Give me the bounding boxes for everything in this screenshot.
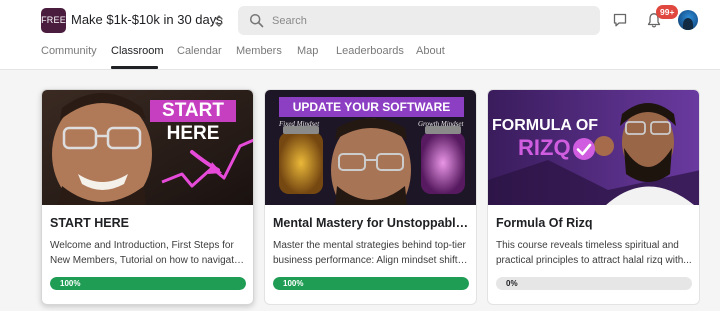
search-icon	[249, 13, 264, 28]
active-tab-indicator	[111, 66, 158, 69]
group-name[interactable]: Make $1k-$10k in 30 days	[71, 12, 223, 27]
tab-members[interactable]: Members	[236, 45, 282, 57]
course-description-line: business performance: Align mindset shif…	[273, 255, 470, 266]
thumbnail-caption-line-2: RIZQ	[518, 135, 571, 160]
thumbnail-caption-growth-mindset: Growth Mindset	[418, 120, 464, 128]
progress-label: 0%	[506, 279, 518, 288]
course-card-mental-mastery[interactable]: UPDATE YOUR SOFTWARE Fixed Mindset Growt…	[264, 89, 477, 305]
thumbnail-caption-line-1: FORMULA OF	[492, 117, 599, 134]
progress-label: 100%	[60, 279, 81, 288]
course-description-line: Master the mental strategies behind top-…	[273, 240, 466, 251]
course-description: Welcome and Introduction, First Steps fo…	[50, 238, 247, 268]
search-bar[interactable]	[238, 6, 600, 35]
course-thumbnail: FORMULA OF RIZQ	[488, 90, 699, 205]
course-thumbnail: UPDATE YOUR SOFTWARE Fixed Mindset Growt…	[265, 90, 476, 205]
course-description-line: New Members, Tutorial on how to navigate…	[50, 255, 247, 266]
course-progress-bar: 100%	[50, 277, 246, 290]
thumbnail-caption-fixed-mindset: Fixed Mindset	[279, 120, 320, 128]
course-progress-bar: 0%	[496, 277, 692, 290]
search-input[interactable]	[272, 6, 592, 35]
notification-badge[interactable]: 99+	[656, 5, 679, 19]
course-description-line: Welcome and Introduction, First Steps fo…	[50, 240, 234, 251]
tab-leaderboards[interactable]: Leaderboards	[336, 45, 404, 57]
course-description-line: practical principles to attract halal ri…	[496, 255, 692, 266]
avatar[interactable]	[678, 10, 698, 30]
tab-map[interactable]: Map	[297, 45, 318, 57]
trend-arrow-art	[161, 138, 253, 188]
course-title[interactable]: Formula Of Rizq	[496, 216, 693, 230]
course-thumbnail: START HERE	[42, 90, 253, 205]
thumbnail-caption-line-1: UPDATE YOUR SOFTWARE	[292, 100, 451, 114]
tab-community[interactable]: Community	[41, 45, 97, 57]
progress-label: 100%	[283, 279, 304, 288]
chevron-up-down-icon[interactable]	[213, 12, 225, 30]
course-description: This course reveals timeless spiritual a…	[496, 238, 693, 268]
chat-icon[interactable]	[612, 12, 628, 28]
course-title[interactable]: START HERE	[50, 216, 247, 230]
tab-calendar[interactable]: Calendar	[177, 45, 222, 57]
group-logo[interactable]: FREE	[41, 8, 66, 33]
course-title[interactable]: Mental Mastery for Unstoppable ...	[273, 216, 470, 230]
course-card-start-here[interactable]: START HERE START HERE Welcome and Introd…	[41, 89, 254, 305]
nav-tabs: Community Classroom Calendar Members Map…	[0, 41, 720, 70]
course-card-formula-of-rizq[interactable]: FORMULA OF RIZQ Formula Of Rizq This cou…	[487, 89, 700, 305]
course-progress-bar: 100%	[273, 277, 469, 290]
course-description: Master the mental strategies behind top-…	[273, 238, 470, 268]
tab-classroom[interactable]: Classroom	[111, 45, 164, 57]
top-bar: FREE Make $1k-$10k in 30 days 99+ Commun…	[0, 0, 720, 70]
check-badge-icon	[573, 138, 595, 160]
tab-about[interactable]: About	[416, 45, 445, 57]
course-description-line: This course reveals timeless spiritual a…	[496, 240, 679, 251]
